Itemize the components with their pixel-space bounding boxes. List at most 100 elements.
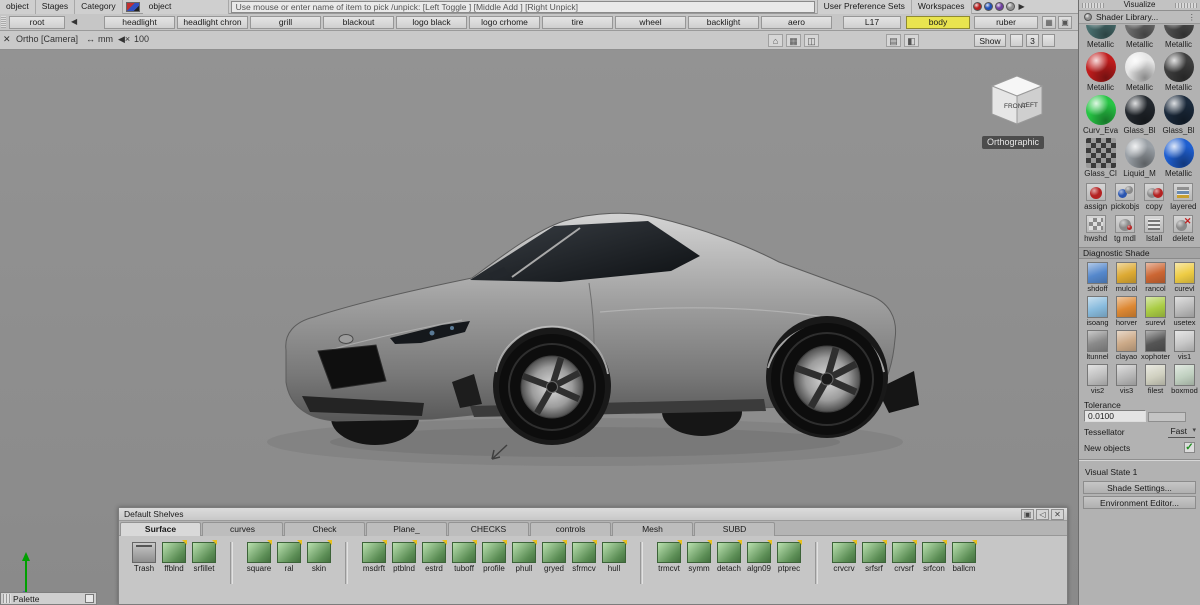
- tab-surface[interactable]: Surface: [120, 522, 201, 536]
- tab-curves[interactable]: curves: [202, 522, 283, 536]
- diag-filest-button[interactable]: filest: [1141, 364, 1170, 395]
- view-grid-icon[interactable]: ▦: [786, 34, 801, 47]
- toolbar-button-aero[interactable]: aero: [761, 16, 832, 29]
- diag-xophoter-button[interactable]: xophoter: [1141, 330, 1170, 361]
- toolbar-button-grill[interactable]: grill: [250, 16, 321, 29]
- shelf-item-srfillet[interactable]: srfillet: [189, 540, 219, 573]
- shader-tile[interactable]: Glass_Bl: [1120, 94, 1159, 135]
- diag-boxmod-button[interactable]: boxmod: [1170, 364, 1199, 395]
- layer-button-body[interactable]: body: [906, 16, 970, 29]
- root-button[interactable]: root: [9, 16, 65, 29]
- layer-button-ruber[interactable]: ruber: [974, 16, 1038, 29]
- tessellator-dropdown[interactable]: Fast: [1168, 426, 1196, 438]
- toolbar-button-logo-crhome[interactable]: logo crhome: [469, 16, 540, 29]
- toolbar-grip[interactable]: [1, 16, 6, 28]
- shader-library-dropdown[interactable]: Shader Library... ⋮: [1079, 11, 1200, 24]
- zoom-value[interactable]: 100: [134, 34, 149, 44]
- shader-tile[interactable]: Glass_Bl: [1159, 94, 1198, 135]
- user-preference-sets-button[interactable]: User Preference Sets: [816, 0, 912, 14]
- shelf-item-ffblnd[interactable]: ffblnd: [159, 540, 189, 573]
- tolerance-input[interactable]: 0.0100: [1084, 410, 1146, 422]
- view-layout-icon[interactable]: ▤: [886, 34, 901, 47]
- tab-mesh[interactable]: Mesh: [612, 522, 693, 536]
- small-blank-button[interactable]: [1010, 34, 1023, 47]
- diag-curevl-button[interactable]: curevl: [1170, 262, 1199, 293]
- workspace-blue-sphere-icon[interactable]: [983, 2, 993, 11]
- shader-tile[interactable]: Metallic: [1120, 25, 1159, 49]
- shelf-item-hull[interactable]: hull: [599, 540, 629, 573]
- view-cube[interactable]: FRONT LEFT: [984, 68, 1050, 130]
- toolbar-button-headlight[interactable]: headlight: [104, 16, 175, 29]
- shelf-item-msdrft[interactable]: msdrft: [359, 540, 389, 573]
- workspaces-button[interactable]: Workspaces: [911, 0, 972, 14]
- toolbar-button-blackout[interactable]: blackout: [323, 16, 394, 29]
- object-field[interactable]: object: [142, 0, 229, 14]
- small-blank-button-2[interactable]: [1042, 34, 1055, 47]
- diag-usetex-button[interactable]: usetex: [1170, 296, 1199, 327]
- menu-object[interactable]: object: [0, 0, 36, 14]
- shader-library-menu-icon[interactable]: ⋮: [1188, 12, 1197, 23]
- tolerance-slider[interactable]: [1148, 411, 1187, 422]
- color-swatch-icon[interactable]: [125, 1, 140, 12]
- toolbar-button-headlight-chron[interactable]: headlight chron: [177, 16, 248, 29]
- shader-tile[interactable]: Glass_Cl: [1081, 137, 1120, 178]
- tab-plane[interactable]: Plane_: [366, 522, 447, 536]
- visual-state-item[interactable]: Visual State 1: [1079, 465, 1200, 479]
- viewport-close-icon[interactable]: ✕: [3, 34, 11, 45]
- shelf-item-sfrmcv[interactable]: sfrmcv: [569, 540, 599, 573]
- shader-tile[interactable]: Metallic: [1159, 51, 1198, 92]
- diagnostic-shade-header[interactable]: Diagnostic Shade: [1079, 247, 1200, 259]
- environment-editor-button[interactable]: Environment Editor...: [1083, 496, 1196, 509]
- view-count-button[interactable]: 3: [1026, 34, 1039, 47]
- shelf-item-estrd[interactable]: estrd: [419, 540, 449, 573]
- shelf-item-crvcrv[interactable]: crvcrv: [829, 540, 859, 573]
- pickobjs-button[interactable]: pickobjs: [1111, 183, 1139, 211]
- diag-horver-button[interactable]: horver: [1112, 296, 1141, 327]
- tgmdl-button[interactable]: tg mdl: [1111, 215, 1139, 243]
- shader-tile[interactable]: Metallic: [1081, 51, 1120, 92]
- shader-tile[interactable]: Metallic: [1120, 51, 1159, 92]
- shader-tile[interactable]: Metallic: [1159, 25, 1198, 49]
- root-back-arrow-icon[interactable]: ◀: [68, 17, 80, 26]
- diag-clayao-button[interactable]: clayao: [1112, 330, 1141, 361]
- layer-list-icon[interactable]: ▣: [1058, 16, 1072, 29]
- show-button[interactable]: Show: [974, 34, 1006, 47]
- shelf-item-ral[interactable]: ral: [274, 540, 304, 573]
- shader-tile[interactable]: Curv_Eva: [1081, 94, 1120, 135]
- shelf-item-skin[interactable]: skin: [304, 540, 334, 573]
- copy-button[interactable]: copy: [1140, 183, 1168, 211]
- diag-ltunnel-button[interactable]: ltunnel: [1083, 330, 1112, 361]
- hwshd-button[interactable]: hwshd: [1082, 215, 1110, 243]
- diag-mulcol-button[interactable]: mulcol: [1112, 262, 1141, 293]
- pick-prompt-input[interactable]: Use mouse or enter name of item to pick …: [230, 0, 815, 13]
- delete-button[interactable]: ✕ delete: [1169, 215, 1197, 243]
- assign-button[interactable]: assign: [1082, 183, 1110, 211]
- shelf-item-detach[interactable]: detach: [714, 540, 744, 573]
- diag-vis2-button[interactable]: vis2: [1083, 364, 1112, 395]
- shade-settings-button[interactable]: Shade Settings...: [1083, 481, 1196, 494]
- diag-isoang-button[interactable]: isoang: [1083, 296, 1112, 327]
- diag-shdoff-button[interactable]: shdoff: [1083, 262, 1112, 293]
- shelf-item-symm[interactable]: symm: [684, 540, 714, 573]
- lstall-button[interactable]: lstall: [1140, 215, 1168, 243]
- shelf-item-ptblnd[interactable]: ptblnd: [389, 540, 419, 573]
- diag-vis3-button[interactable]: vis3: [1112, 364, 1141, 395]
- viewport-camera-label[interactable]: Ortho [Camera]: [16, 34, 78, 44]
- layer-button-l17[interactable]: L17: [843, 16, 901, 29]
- toolbar-button-logo-black[interactable]: logo black: [396, 16, 467, 29]
- tab-controls[interactable]: controls: [530, 522, 611, 536]
- palette-window[interactable]: Palette: [0, 592, 97, 605]
- shader-tile[interactable]: Metallic: [1159, 137, 1198, 178]
- toolbar-button-wheel[interactable]: wheel: [615, 16, 686, 29]
- tab-check[interactable]: Check: [284, 522, 365, 536]
- shelf-item-square[interactable]: square: [244, 540, 274, 573]
- shader-tile[interactable]: Metallic: [1081, 25, 1120, 49]
- shelf-item-phull[interactable]: phull: [509, 540, 539, 573]
- shelves-grid-icon[interactable]: ▣: [1021, 508, 1034, 520]
- shelf-item-gryed[interactable]: gryed: [539, 540, 569, 573]
- shelf-item-tuboff[interactable]: tuboff: [449, 540, 479, 573]
- shelves-title-bar[interactable]: Default Shelves ▣ ◁ ✕: [119, 508, 1067, 521]
- shelf-item-algn09[interactable]: algn09: [744, 540, 774, 573]
- toolbar-button-tire[interactable]: tire: [542, 16, 613, 29]
- shelf-item-trash[interactable]: Trash: [129, 542, 159, 573]
